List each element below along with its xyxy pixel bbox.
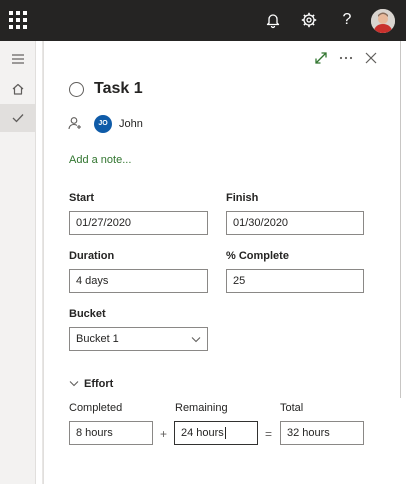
list-edge-strip: [36, 41, 43, 484]
equals-sign: =: [265, 427, 273, 441]
bell-icon[interactable]: [264, 11, 282, 29]
effort-header[interactable]: Effort: [84, 377, 113, 391]
gear-icon[interactable]: [300, 11, 318, 29]
remaining-hours-input[interactable]: 24 hours: [174, 421, 258, 445]
completed-hours-input[interactable]: 8 hours: [69, 421, 153, 445]
bucket-value: Bucket 1: [76, 333, 119, 345]
hamburger-icon[interactable]: [0, 45, 36, 73]
checkmark-icon[interactable]: [0, 104, 36, 132]
effort-chevron-icon[interactable]: [69, 380, 79, 387]
panel-scrollbar[interactable]: [400, 41, 401, 398]
task-title[interactable]: Task 1: [94, 79, 143, 99]
complete-task-circle-icon[interactable]: [69, 82, 84, 97]
left-nav-rail: [0, 41, 36, 484]
percent-complete-input[interactable]: 25: [226, 269, 364, 293]
add-note-link[interactable]: Add a note...: [69, 153, 131, 167]
user-avatar[interactable]: [371, 9, 395, 33]
chevron-down-icon: [191, 337, 201, 343]
top-bar: ?: [0, 0, 406, 41]
duration-label: Duration: [69, 250, 115, 262]
total-hours-input[interactable]: 32 hours: [280, 421, 364, 445]
plus-sign: +: [160, 427, 168, 441]
expand-icon[interactable]: [313, 50, 329, 66]
duration-input[interactable]: 4 days: [69, 269, 208, 293]
app-launcher-waffle-icon[interactable]: [9, 11, 27, 29]
bucket-label: Bucket: [69, 308, 106, 320]
bucket-select[interactable]: Bucket 1: [69, 327, 208, 351]
assign-person-icon[interactable]: [68, 116, 82, 130]
finish-date-input[interactable]: 01/30/2020: [226, 211, 364, 235]
completed-label: Completed: [69, 402, 123, 414]
more-icon[interactable]: [338, 50, 354, 66]
assignee-avatar[interactable]: JO: [94, 115, 112, 133]
assignee-name[interactable]: John: [119, 117, 143, 131]
text-caret: [224, 427, 226, 440]
start-date-input[interactable]: 01/27/2020: [69, 211, 208, 235]
remaining-hours-value: 24 hours: [181, 427, 224, 439]
close-icon[interactable]: [363, 50, 379, 66]
help-icon[interactable]: ?: [340, 10, 354, 30]
total-label: Total: [280, 402, 304, 414]
finish-label: Finish: [226, 192, 259, 204]
home-icon[interactable]: [0, 75, 36, 103]
percent-complete-label: % Complete: [226, 250, 289, 262]
start-label: Start: [69, 192, 95, 204]
remaining-label: Remaining: [175, 402, 228, 414]
